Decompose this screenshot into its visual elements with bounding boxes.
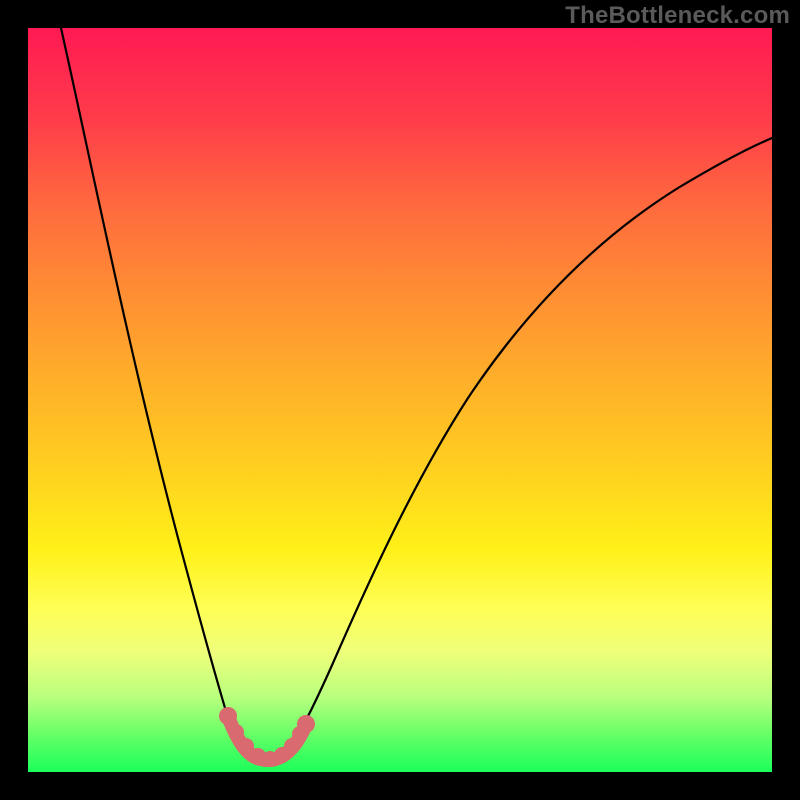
chart-frame: TheBottleneck.com	[0, 0, 800, 800]
curve-left-branch	[61, 28, 250, 754]
curve-svg	[28, 28, 772, 772]
marker-dot	[297, 715, 315, 733]
marker-dot	[228, 724, 244, 740]
watermark-text: TheBottleneck.com	[565, 2, 790, 30]
plot-area	[28, 28, 772, 772]
marker-dot	[219, 707, 237, 725]
curve-right-branch	[286, 138, 772, 754]
